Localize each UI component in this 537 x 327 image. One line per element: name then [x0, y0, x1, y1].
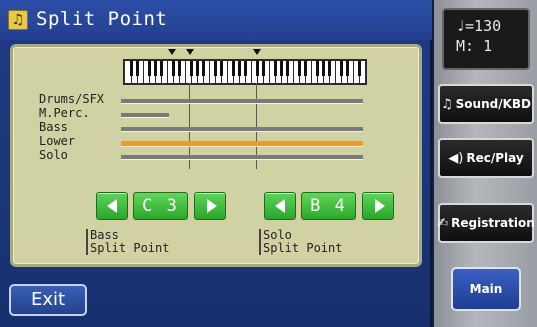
- solo-caption-line2: Split Point: [263, 241, 343, 255]
- split-marker-icon: [168, 49, 176, 55]
- measure-value: M: 1: [456, 37, 493, 55]
- bass-split-up-button[interactable]: [194, 192, 226, 220]
- part-range-bass: [121, 127, 363, 131]
- black-key: [189, 61, 193, 76]
- part-range-solo: [121, 155, 363, 159]
- black-key: [345, 61, 349, 76]
- black-key: [261, 61, 265, 76]
- black-key: [255, 61, 259, 76]
- part-label-bass: Bass: [39, 120, 68, 134]
- black-key: [159, 61, 163, 76]
- solo-split-caption: Solo Split Point: [259, 229, 342, 255]
- title-bar: ♫ Split Point: [0, 0, 432, 40]
- split-marker-icon: [253, 49, 261, 55]
- registration-label: Registration: [451, 216, 535, 230]
- black-key: [339, 61, 343, 76]
- black-key: [237, 61, 241, 76]
- white-key-divider: [167, 61, 168, 85]
- black-key: [303, 61, 307, 76]
- black-key: [147, 61, 151, 76]
- black-key: [357, 61, 361, 76]
- black-key: [297, 61, 301, 76]
- part-range-mperc: [121, 113, 169, 117]
- black-key: [177, 61, 181, 76]
- part-label-solo: Solo: [39, 148, 68, 162]
- music-note-icon: ♫: [440, 96, 453, 112]
- split-panel: Drums/SFX M.Perc. Bass Lower Solo C 3 Ba…: [10, 44, 422, 267]
- registration-button[interactable]: ✍ Registration: [437, 203, 535, 243]
- solo-split-value[interactable]: B 4: [301, 192, 356, 220]
- black-key: [219, 61, 223, 76]
- black-key: [231, 61, 235, 76]
- solo-split-up-button[interactable]: [362, 192, 394, 220]
- part-label-mperc: M.Perc.: [39, 106, 90, 120]
- side-panel: ♩=130 M: 1 ♫ Sound/KBD ◀) Rec/Play ✍ Reg…: [434, 0, 537, 327]
- white-key-divider: [335, 61, 336, 85]
- black-key: [135, 61, 139, 76]
- black-key: [285, 61, 289, 76]
- black-key: [327, 61, 331, 76]
- tempo-display: ♩=130 M: 1: [442, 8, 530, 70]
- black-key: [321, 61, 325, 76]
- bass-split-value[interactable]: C 3: [133, 192, 188, 220]
- white-key-divider: [353, 61, 354, 85]
- bass-split-caption: Bass Split Point: [86, 229, 169, 255]
- black-key: [129, 61, 133, 76]
- black-key: [315, 61, 319, 76]
- page-title: Split Point: [36, 8, 168, 30]
- main-button[interactable]: Main: [451, 267, 521, 311]
- exit-button[interactable]: Exit: [9, 284, 87, 316]
- split-marker-icon: [186, 49, 194, 55]
- sound-kbd-label: Sound/KBD: [455, 97, 531, 111]
- black-key: [243, 61, 247, 76]
- part-label-lower: Lower: [39, 134, 76, 148]
- black-key: [201, 61, 205, 76]
- white-key-divider: [251, 61, 252, 85]
- black-key: [279, 61, 283, 76]
- bass-caption-line2: Split Point: [90, 241, 170, 255]
- black-key: [273, 61, 277, 76]
- speaker-icon: ◀): [448, 150, 464, 166]
- black-key: [153, 61, 157, 76]
- tempo-value: ♩=130: [456, 17, 502, 35]
- registration-icon: ✍: [437, 215, 449, 231]
- white-key-divider: [269, 61, 270, 85]
- white-key-divider: [209, 61, 210, 85]
- rec-play-button[interactable]: ◀) Rec/Play: [438, 138, 534, 178]
- part-range-lower: [121, 141, 363, 146]
- part-label-drums: Drums/SFX: [39, 92, 105, 106]
- white-key-divider: [185, 61, 186, 85]
- rec-play-label: Rec/Play: [466, 151, 524, 165]
- white-key-divider: [311, 61, 312, 85]
- white-key-divider: [143, 61, 144, 85]
- part-range-drums: [121, 99, 363, 103]
- music-note-icon: ♫: [8, 10, 28, 30]
- white-key-divider: [227, 61, 228, 85]
- bass-split-down-button[interactable]: [96, 192, 128, 220]
- solo-split-down-button[interactable]: [264, 192, 296, 220]
- black-key: [171, 61, 175, 76]
- keyboard-graphic: [123, 59, 367, 85]
- split-point-screen: ♫ Split Point Drums/SFX M.Perc. Bass Low…: [0, 0, 432, 327]
- white-key-divider: [293, 61, 294, 85]
- sound-kbd-button[interactable]: ♫ Sound/KBD: [438, 84, 534, 124]
- black-key: [195, 61, 199, 76]
- black-key: [213, 61, 217, 76]
